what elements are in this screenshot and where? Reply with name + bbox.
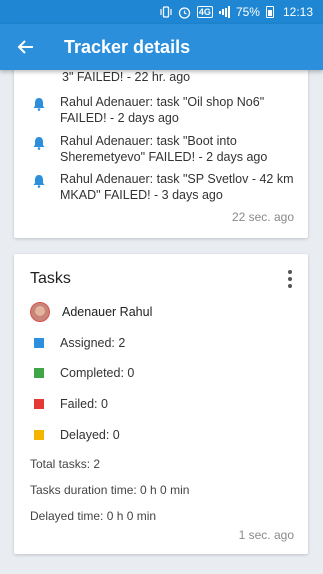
stat-failed: Failed: 0 (34, 397, 108, 411)
activity-feed-card: 3" FAILED! - 22 hr. ago Rahul Adenauer: … (14, 60, 308, 238)
vibrate-icon (160, 6, 172, 18)
stat-label: Completed: 0 (60, 366, 135, 380)
feed-item-text: Rahul Adenauer: task "SP Svetlov - 42 km… (60, 171, 300, 203)
tasks-updated-time: 1 sec. ago (238, 528, 294, 542)
network-type: 4G (196, 6, 213, 18)
assigned-color-square (34, 338, 44, 348)
stat-assigned: Assigned: 2 (34, 336, 125, 350)
feed-partial-line: 3" FAILED! - 22 hr. ago (62, 70, 191, 84)
assignee-name: Adenauer Rahul (62, 305, 153, 319)
status-bar: 4G 75% 12:13 (0, 0, 323, 24)
feed-updated-time: 22 sec. ago (231, 210, 294, 224)
feed-item-line1: Rahul Adenauer: task "SP Svetlov - 42 km (60, 172, 294, 186)
kebab-dot (288, 277, 292, 281)
signal-icon (218, 6, 230, 18)
feed-item-text: Rahul Adenauer: task "Boot into Sheremet… (60, 133, 300, 165)
kebab-dot (288, 270, 292, 274)
battery-percent: 75% (235, 5, 260, 19)
tasks-card: Tasks Adenauer Rahul Assigned: 2 Complet… (14, 254, 308, 554)
feed-item-text: Rahul Adenauer: task "Oil shop No6" FAIL… (60, 94, 300, 126)
page-title: Tracker details (64, 36, 191, 57)
feed-item-line2: FAILED! - 2 days ago (60, 111, 179, 125)
feed-item-line2: Sheremetyevo" FAILED! - 2 days ago (60, 150, 268, 164)
total-tasks: Total tasks: 2 (30, 457, 101, 471)
stat-completed: Completed: 0 (34, 366, 134, 380)
avatar (30, 302, 50, 322)
assignee-row[interactable]: Adenauer Rahul (30, 302, 152, 322)
more-options-button[interactable] (286, 270, 294, 288)
delayed-time: Delayed time: 0 h 0 min (30, 509, 157, 523)
feed-item-line2: MKAD" FAILED! - 3 days ago (60, 188, 223, 202)
bell-icon (33, 175, 45, 188)
delayed-color-square (34, 430, 44, 440)
tasks-title: Tasks (30, 270, 71, 287)
bell-icon (33, 98, 45, 111)
feed-item-line1: Rahul Adenauer: task "Oil shop No6" (60, 95, 265, 109)
arrow-left-icon (17, 40, 33, 54)
stat-label: Delayed: 0 (60, 428, 120, 442)
tasks-duration: Tasks duration time: 0 h 0 min (30, 483, 190, 497)
back-button[interactable] (2, 24, 50, 70)
stat-delayed: Delayed: 0 (34, 428, 120, 442)
alarm-icon (178, 6, 191, 19)
battery-icon (265, 6, 274, 18)
app-toolbar: Tracker details (0, 24, 323, 70)
stat-label: Failed: 0 (60, 397, 108, 411)
clock: 12:13 (282, 5, 313, 19)
feed-item-line1: Rahul Adenauer: task "Boot into (60, 134, 237, 148)
completed-color-square (34, 368, 44, 378)
failed-color-square (34, 399, 44, 409)
bell-icon (33, 137, 45, 150)
stat-label: Assigned: 2 (60, 336, 126, 350)
kebab-dot (288, 284, 292, 288)
